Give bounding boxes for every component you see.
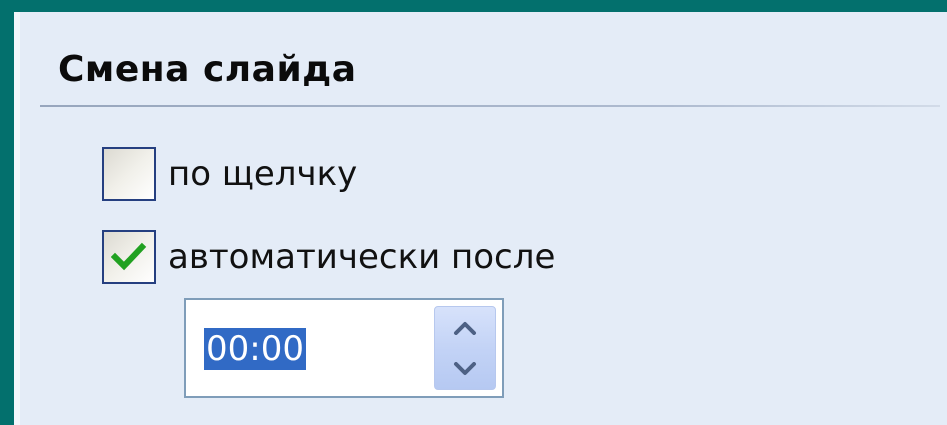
automatic-after-label: автоматически после	[168, 237, 556, 277]
chevron-down-icon	[454, 362, 476, 375]
checkmark-icon	[111, 242, 147, 271]
slide-transition-panel: Смена слайда по щелчку автоматически пос…	[14, 12, 947, 425]
on-click-option[interactable]: по щелчку	[102, 147, 357, 201]
spin-buttons	[434, 306, 496, 390]
section-divider	[40, 105, 940, 107]
on-click-label: по щелчку	[168, 154, 358, 194]
chevron-up-icon	[454, 322, 476, 335]
on-click-checkbox[interactable]	[102, 147, 156, 201]
spin-down-button[interactable]	[435, 348, 495, 390]
time-input-value[interactable]: 00:00	[204, 328, 306, 370]
automatic-after-checkbox[interactable]	[102, 230, 156, 284]
section-title: Смена слайда	[58, 49, 357, 90]
automatic-after-option[interactable]: автоматически после	[102, 230, 555, 284]
spin-up-button[interactable]	[435, 307, 495, 349]
time-spin-field[interactable]: 00:00	[184, 298, 504, 398]
